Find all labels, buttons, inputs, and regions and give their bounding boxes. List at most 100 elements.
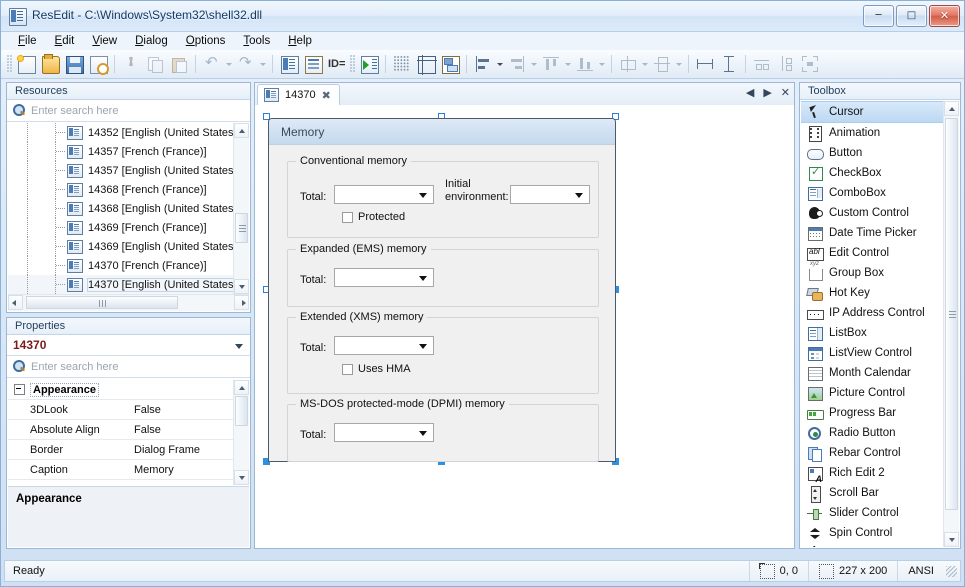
tab-next-icon[interactable]: ▶ <box>763 86 771 99</box>
resize-grip[interactable] <box>944 564 958 578</box>
editor-canvas[interactable]: Memory Conventional memory Total: Initia… <box>255 105 794 548</box>
properties-vertical-scrollbar[interactable] <box>233 380 249 485</box>
undo-button[interactable] <box>201 53 223 75</box>
property-value[interactable]: False <box>128 424 249 436</box>
center-horizontal-dropdown[interactable] <box>640 53 650 75</box>
menu-view[interactable]: View <box>83 33 126 49</box>
scroll-down-button[interactable] <box>234 470 249 485</box>
tab-order-button[interactable] <box>439 53 461 75</box>
align-left-dropdown[interactable] <box>495 53 505 75</box>
toolbox-item-static-text[interactable]: Static Text <box>801 543 944 547</box>
property-value[interactable]: Dialog Frame <box>128 444 249 456</box>
property-category-appearance[interactable]: Appearance <box>8 380 249 400</box>
toolbox-item-slider-control[interactable]: Slider Control <box>801 503 944 523</box>
toolbox-item-spin-control[interactable]: Spin Control <box>801 523 944 543</box>
menu-tools[interactable]: Tools <box>234 33 279 49</box>
toolbox-item-rich-edit-2[interactable]: Rich Edit 2 <box>801 463 944 483</box>
minimize-button[interactable]: ─ <box>863 5 894 27</box>
new-button[interactable] <box>15 53 37 75</box>
combobox-initial-environment[interactable] <box>510 185 590 204</box>
toolbox-vertical-scrollbar[interactable] <box>943 101 959 547</box>
scroll-down-button[interactable] <box>944 532 959 547</box>
tree-item[interactable]: 14370 [French (France)] <box>8 256 249 275</box>
toolbox-item-listbox[interactable]: ListBox <box>801 323 944 343</box>
center-horizontal-button[interactable] <box>617 53 639 75</box>
size-to-content-button[interactable] <box>799 53 821 75</box>
maximize-button[interactable]: □ <box>896 5 927 27</box>
center-vertical-dropdown[interactable] <box>674 53 684 75</box>
toolbox-item-button[interactable]: Button <box>801 143 944 163</box>
toolbox-item-radio-button[interactable]: Radio Button <box>801 423 944 443</box>
combobox-conventional-total[interactable] <box>334 185 434 204</box>
groupbox-conventional-memory[interactable]: Conventional memory Total: Initial envir… <box>287 161 599 238</box>
toolbox-item-ip-address-control[interactable]: IP Address Control <box>801 303 944 323</box>
property-value[interactable]: Memory <box>128 464 249 476</box>
open-button[interactable] <box>39 53 61 75</box>
resources-tree[interactable]: 14352 [English (United States)] 14357 [F… <box>8 123 249 294</box>
test-dialog-button[interactable] <box>358 53 380 75</box>
undo-dropdown[interactable] <box>224 53 234 75</box>
menu-help[interactable]: Help <box>279 33 321 49</box>
toolbox-item-month-calendar[interactable]: Month Calendar <box>801 363 944 383</box>
resources-search-row[interactable]: Enter search here <box>7 100 250 122</box>
resource-button[interactable] <box>278 53 300 75</box>
toolbox-item-custom-control[interactable]: Custom Control <box>801 203 944 223</box>
tab-14370[interactable]: 14370 ✖ <box>257 84 340 105</box>
paste-button[interactable] <box>168 53 190 75</box>
property-row[interactable]: CaptionMemory <box>8 460 249 480</box>
tree-item[interactable]: 14369 [French (France)] <box>8 218 249 237</box>
tab-prev-icon[interactable]: ◀ <box>746 86 754 99</box>
resources-search-input[interactable]: Enter search here <box>31 105 118 117</box>
toolbox-item-date-time-picker[interactable]: Date Time Picker <box>801 223 944 243</box>
property-row[interactable]: Client EdgeFalse <box>8 480 249 485</box>
preview-button[interactable] <box>87 53 109 75</box>
resources-horizontal-scrollbar[interactable] <box>8 294 249 311</box>
guides-button[interactable] <box>415 53 437 75</box>
dialog-preview[interactable]: Memory Conventional memory Total: Initia… <box>268 118 616 462</box>
toolbox-item-group-box[interactable]: Group Box <box>801 263 944 283</box>
redo-dropdown[interactable] <box>258 53 268 75</box>
cut-button[interactable] <box>120 53 142 75</box>
toolbox-item-checkbox[interactable]: CheckBox <box>801 163 944 183</box>
combobox-dpmi-total[interactable] <box>334 423 434 442</box>
scroll-thumb[interactable] <box>235 213 248 243</box>
checkbox-protected[interactable]: Protected <box>342 211 405 223</box>
tree-item[interactable]: 14368 [English (United States)] <box>8 199 249 218</box>
scroll-up-button[interactable] <box>944 101 959 116</box>
align-bottom-button[interactable] <box>574 53 596 75</box>
tree-item-selected[interactable]: 14370 [English (United States)] <box>8 275 249 294</box>
scroll-thumb[interactable] <box>945 118 958 510</box>
menu-edit[interactable]: Edit <box>46 33 84 49</box>
same-height-button[interactable] <box>718 53 740 75</box>
resources-vertical-scrollbar[interactable] <box>233 123 249 294</box>
space-across-button[interactable] <box>751 53 773 75</box>
copy-button[interactable] <box>144 53 166 75</box>
checkbox-uses-hma[interactable]: Uses HMA <box>342 363 411 375</box>
toolbox-item-hot-key[interactable]: Hot Key <box>801 283 944 303</box>
property-value[interactable]: False <box>128 484 249 486</box>
scroll-thumb[interactable] <box>26 296 178 309</box>
toolbox-item-edit-control[interactable]: Edit Control <box>801 243 944 263</box>
toolbar-grip[interactable] <box>350 55 355 73</box>
align-right-dropdown[interactable] <box>529 53 539 75</box>
combobox-ems-total[interactable] <box>334 268 434 287</box>
property-row[interactable]: BorderDialog Frame <box>8 440 249 460</box>
scroll-up-button[interactable] <box>234 380 249 395</box>
same-width-button[interactable] <box>694 53 716 75</box>
scroll-thumb[interactable] <box>235 396 248 426</box>
align-left-button[interactable] <box>472 53 494 75</box>
toolbox-item-cursor[interactable]: Cursor <box>801 101 944 123</box>
scroll-left-button[interactable] <box>8 295 23 310</box>
properties-search-input[interactable]: Enter search here <box>31 361 118 373</box>
toolbar-grip[interactable] <box>7 55 12 73</box>
menu-file[interactable]: File <box>9 33 46 49</box>
grid-button[interactable] <box>391 53 413 75</box>
property-row[interactable]: 3DLookFalse <box>8 400 249 420</box>
tree-item[interactable]: 14368 [French (France)] <box>8 180 249 199</box>
tab-close-all-icon[interactable]: ✕ <box>781 86 790 99</box>
align-top-dropdown[interactable] <box>563 53 573 75</box>
toolbox-item-animation[interactable]: Animation <box>801 123 944 143</box>
toolbox-item-progress-bar[interactable]: Progress Bar <box>801 403 944 423</box>
menu-options[interactable]: Options <box>177 33 235 49</box>
toolbox-item-combobox[interactable]: ComboBox <box>801 183 944 203</box>
